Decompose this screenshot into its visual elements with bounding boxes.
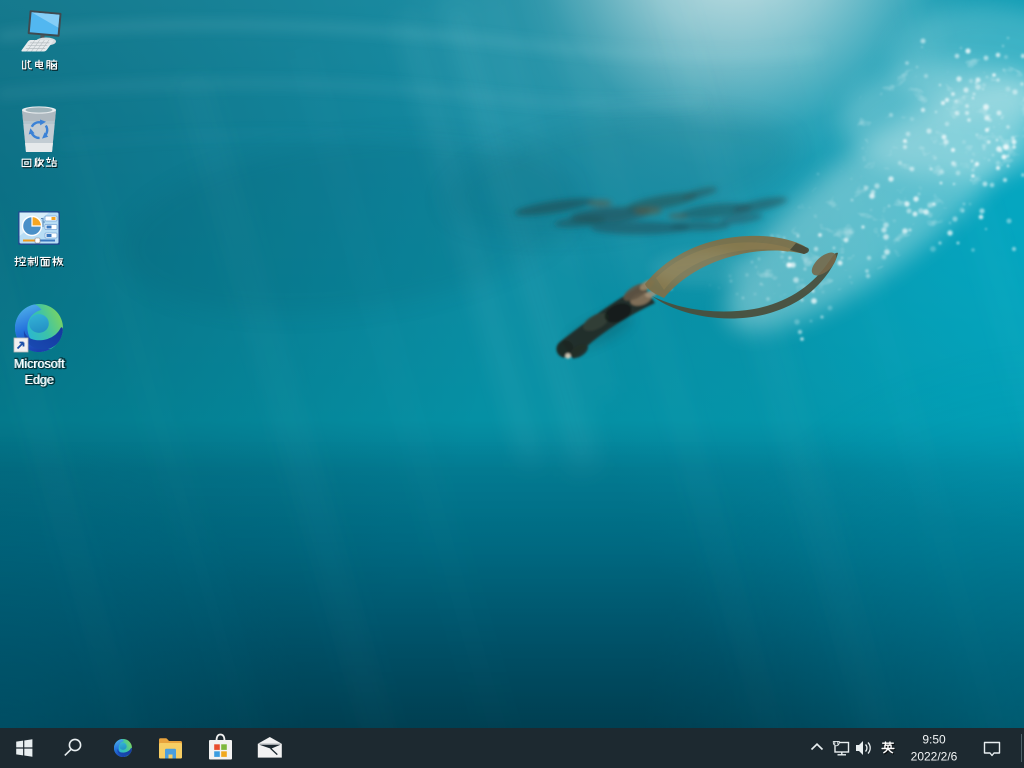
svg-text:Edge: Edge	[24, 373, 53, 387]
svg-text:2022/2/6: 2022/2/6	[911, 750, 958, 764]
svg-text:9:50: 9:50	[922, 733, 946, 747]
svg-text:Microsoft: Microsoft	[14, 357, 65, 371]
